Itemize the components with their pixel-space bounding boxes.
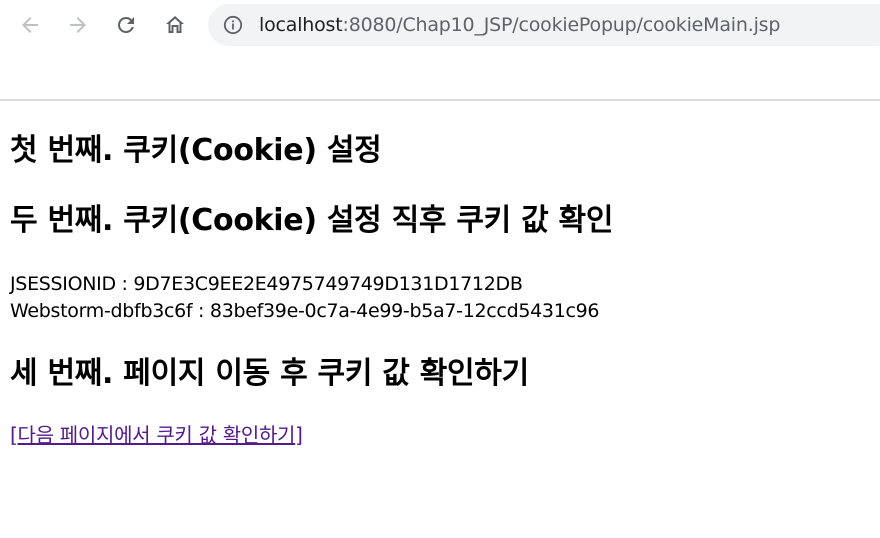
address-bar[interactable]: localhost:8080/Chap10_JSP/cookiePopup/co… xyxy=(208,4,880,46)
reload-icon xyxy=(117,16,134,33)
url-host: localhost xyxy=(259,14,343,36)
reload-button[interactable] xyxy=(108,7,144,43)
back-button[interactable] xyxy=(12,7,48,43)
heading-cookie-check: 두 번째. 쿠키(Cookie) 설정 직후 쿠키 값 확인 xyxy=(10,203,614,238)
url-text[interactable]: localhost:8080/Chap10_JSP/cookiePopup/co… xyxy=(259,13,780,37)
forward-button[interactable] xyxy=(60,7,96,43)
browser-toolbar: localhost:8080/Chap10_JSP/cookiePopup/co… xyxy=(0,0,880,101)
heading-cookie-set: 첫 번째. 쿠키(Cookie) 설정 xyxy=(10,133,382,168)
next-page-link[interactable]: 다음 페이지에서 쿠키 값 확인하기 xyxy=(18,423,296,447)
home-button[interactable] xyxy=(157,7,193,43)
heading-page-move: 세 번째. 페이지 이동 후 쿠키 값 확인하기 xyxy=(10,356,529,391)
cookie-webstorm: Webstorm-dbfb3c6f : 83bef39e-0c7a-4e99-b… xyxy=(10,300,600,322)
cookie-jsessionid: JSESSIONID : 9D7E3C9EE2E4975749749D131D1… xyxy=(10,273,523,295)
arrow-right-icon xyxy=(70,17,86,33)
home-icon xyxy=(166,16,184,33)
link-bracket-close: ] xyxy=(295,423,303,447)
url-path: :8080/Chap10_JSP/cookiePopup/cookieMain.… xyxy=(342,14,781,36)
info-icon[interactable] xyxy=(223,15,243,35)
link-bracket-open: [ xyxy=(10,423,18,447)
next-page-link-wrapper: [다음 페이지에서 쿠키 값 확인하기] xyxy=(10,422,303,448)
arrow-left-icon xyxy=(22,17,38,33)
